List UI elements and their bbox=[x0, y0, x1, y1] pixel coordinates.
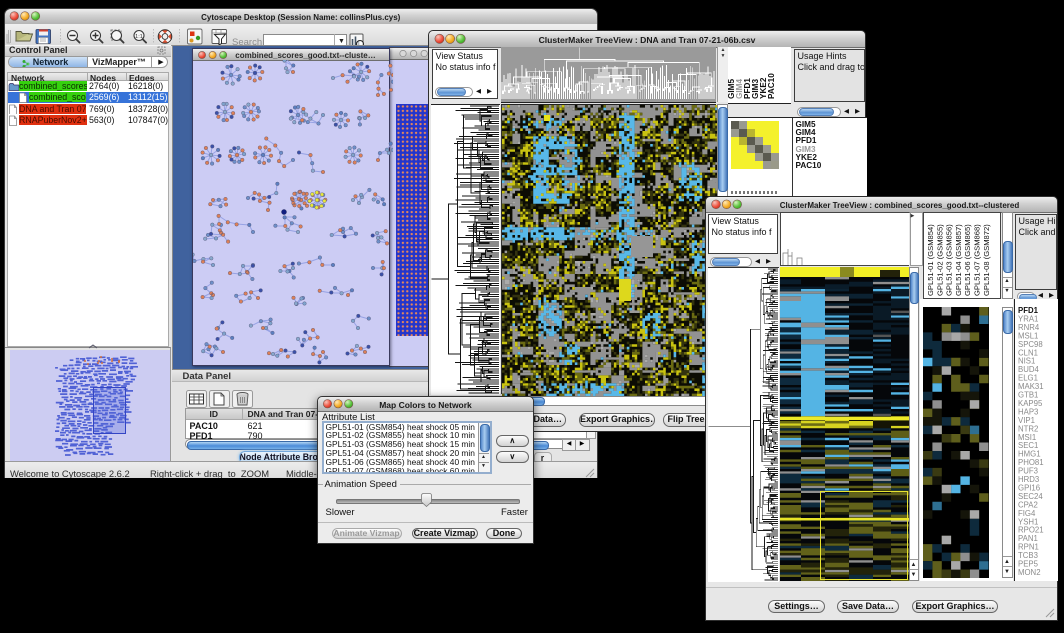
svg-text:PAC10: PAC10 bbox=[767, 73, 776, 99]
svg-text:GPL51-03 (GSM856): GPL51-03 (GSM856) bbox=[944, 224, 953, 296]
svg-text:1:1: 1:1 bbox=[135, 34, 143, 40]
svg-text:GPL51-06 (GSM865): GPL51-06 (GSM865) bbox=[963, 224, 972, 296]
svg-text:GPL51-08 (GSM872): GPL51-08 (GSM872) bbox=[981, 224, 990, 296]
svg-text:MON2: MON2 bbox=[1018, 567, 1041, 576]
svg-text:GPL51-01 (GSM854): GPL51-01 (GSM854) bbox=[926, 224, 935, 296]
svg-text:GPL51-07 (GSM868): GPL51-07 (GSM868) bbox=[972, 224, 981, 296]
svg-text:GPL51-04 (GSM857): GPL51-04 (GSM857) bbox=[953, 224, 962, 296]
svg-text:GPL51-02 (GSM855): GPL51-02 (GSM855) bbox=[935, 224, 944, 296]
